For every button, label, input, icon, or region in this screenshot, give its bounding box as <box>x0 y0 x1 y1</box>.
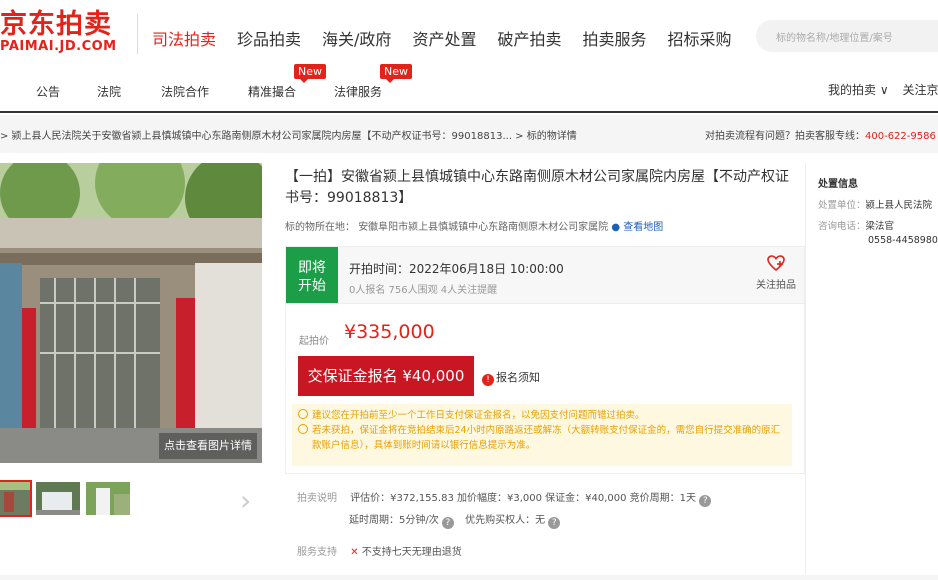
subnav-court[interactable]: 法院 <box>97 83 121 100</box>
logo-cn-text: 京东拍卖 <box>0 9 112 40</box>
nav-judicial-auction[interactable]: 司法拍卖 <box>152 26 216 50</box>
my-auction-link[interactable]: 我的拍卖 ∨ <box>828 83 889 97</box>
nav-asset-disposal[interactable]: 资产处置 <box>412 26 476 50</box>
tips-box: 建议您在开拍前至少一个工作日支付保证金报名，以免因支付问题而错过拍卖。 若未获拍… <box>292 404 792 466</box>
jd-auction-logo[interactable]: 京东拍卖 PAIMAI.JD.COM <box>0 10 130 54</box>
location-label: 标的物所在地： <box>285 222 355 233</box>
view-photo-details-button[interactable]: 点击查看图片详情 <box>159 433 257 459</box>
delay-period: 延时周期：5分钟/次 <box>349 515 439 526</box>
nav-treasure-auction[interactable]: 珍品拍卖 <box>237 26 301 50</box>
view-map-link[interactable]: 查看地图 <box>623 222 663 233</box>
disposal-info-title: 处置信息 <box>818 179 858 190</box>
nav-tender-procurement[interactable]: 招标采购 <box>667 26 731 50</box>
auction-status-box: 即将开始 开拍时间：2022年06月18日 10:00:00 0人报名 756人… <box>285 246 805 304</box>
start-time: 开拍时间：2022年06月18日 10:00:00 <box>349 262 564 276</box>
heart-plus-icon <box>767 255 785 272</box>
item-title: 【一拍】安徽省颍上县慎城镇中心东路南侧原木材公司家属院内房屋【不动产权证书号：9… <box>285 169 789 206</box>
subnav-court-cooperation[interactable]: 法院合作 <box>161 83 209 100</box>
logo-divider <box>137 14 138 54</box>
subnav-announcement[interactable]: 公告 <box>36 83 60 100</box>
thumbnail-2[interactable] <box>36 482 80 515</box>
tip-text: 若未获拍，保证金将在竞拍结束后24小时内原路返还或解冻（大额转账支付保证金的，需… <box>312 425 781 451</box>
hotline-text: 对拍卖流程有问题？拍卖客服专线： <box>705 131 865 142</box>
photo-gallery: 点击查看图片详情 <box>0 163 262 463</box>
subnav-precise-matching[interactable]: 精准撮合 <box>248 83 296 100</box>
thumbnail-image <box>0 482 30 515</box>
subnav-legal-service[interactable]: 法律服务 <box>334 83 382 100</box>
pay-deposit-register-button[interactable]: 交保证金报名 ¥40,000 <box>298 356 474 396</box>
breadcrumb-bar: > 颍上县人民法院关于安徽省颍上县慎城镇中心东路南侧原木材公司家属院内房屋【不动… <box>0 115 938 153</box>
thumbnail-image <box>86 482 130 515</box>
follow-item-button[interactable]: 关注拍品 <box>751 255 801 291</box>
contact-name: 梁法官 <box>865 221 895 232</box>
location-value: 安徽阜阳市颍上县慎城镇中心东路南侧原木材公司家属院 <box>358 222 609 233</box>
tip-item: 建议您在开拍前至少一个工作日支付保证金报名，以免因支付问题而错过拍卖。 <box>298 408 786 423</box>
alert-icon: ! <box>482 374 494 386</box>
service-hotline: 对拍卖流程有问题？拍卖客服专线：400-622-9586 <box>705 127 936 142</box>
registration-notice-link[interactable]: ! 报名须知 <box>482 369 540 386</box>
thumbnail-image <box>36 482 80 515</box>
status-badge: 即将开始 <box>286 247 338 303</box>
bottom-strip <box>0 575 938 580</box>
nav-bankruptcy-auction[interactable]: 破产拍卖 <box>497 26 561 50</box>
follow-item-label: 关注拍品 <box>756 280 796 291</box>
auction-rules: 拍卖说明 评估价：¥372,155.83 加价幅度：¥3,000 保证金：¥40… <box>297 489 712 507</box>
user-links: 我的拍卖 ∨ 关注京 <box>828 81 938 98</box>
nav-auction-service[interactable]: 拍卖服务 <box>582 26 646 50</box>
starting-price: ¥335,000 <box>344 321 435 343</box>
auction-stats: 0人报名 756人围观 4人关注提醒 <box>349 285 498 296</box>
bulb-icon <box>298 409 308 419</box>
disposal-unit[interactable]: 颍上县人民法院 <box>866 200 933 211</box>
service-label: 服务支持 <box>297 547 337 558</box>
map-pin-icon: ● <box>611 222 621 233</box>
disposal-unit-row: 处置单位：颍上县人民法院 <box>818 197 932 211</box>
logo-en-text: PAIMAI.JD.COM <box>0 39 117 54</box>
tip-text: 建议您在开拍前至少一个工作日支付保证金报名，以免因支付问题而错过拍卖。 <box>312 410 645 421</box>
new-badge: New <box>380 64 412 83</box>
priority-buyer: 优先购买权人：无 <box>465 515 546 526</box>
help-icon[interactable]: ? <box>699 495 712 507</box>
contact-row: 咨询电话：梁法官 <box>818 218 894 232</box>
phone-number: 0558-4458980 <box>868 235 938 246</box>
search-input[interactable]: 标的物名称/地理位置/案号 <box>756 20 938 52</box>
rules-line-1: 评估价：¥372,155.83 加价幅度：¥3,000 保证金：¥40,000 … <box>350 493 697 504</box>
thumbnail-1[interactable] <box>0 480 32 517</box>
top-header: 京东拍卖 PAIMAI.JD.COM 司法拍卖 珍品拍卖 海关/政府 资产处置 … <box>0 0 938 62</box>
help-icon[interactable]: ? <box>548 517 561 529</box>
thumbnail-strip: › <box>0 476 262 522</box>
disposal-unit-label: 处置单位： <box>818 200 866 211</box>
property-gate-image <box>0 163 262 463</box>
rules-label: 拍卖说明 <box>297 493 337 504</box>
registration-notice-label: 报名须知 <box>496 371 540 384</box>
price-box: 起拍价 ¥335,000 交保证金报名 ¥40,000 ! 报名须知 建议您在开拍… <box>285 304 805 474</box>
service-value: 不支持七天无理由退货 <box>361 547 462 558</box>
help-icon[interactable]: ? <box>441 517 454 529</box>
nav-customs-government[interactable]: 海关/政府 <box>322 26 391 50</box>
chevron-right-icon[interactable]: › <box>240 484 251 517</box>
hotline-number: 400-622-9586 <box>865 131 936 142</box>
main-nav: 司法拍卖 珍品拍卖 海关/政府 资产处置 破产拍卖 拍卖服务 招标采购 <box>152 26 753 50</box>
sub-nav: 公告 法院 法院合作 精准撮合 New 法律服务 New 我的拍卖 ∨ 关注京 <box>0 62 938 113</box>
thumbnail-3[interactable] <box>86 482 130 515</box>
item-location: 标的物所在地： 安徽阜阳市颍上县慎城镇中心东路南侧原木材公司家属院 ● 查看地图 <box>285 218 663 233</box>
follow-jd-link[interactable]: 关注京 <box>902 83 938 97</box>
starting-price-label: 起拍价 <box>299 336 329 347</box>
disposal-info-panel: 处置信息 处置单位：颍上县人民法院 咨询电话：梁法官 0558-4458980 <box>805 163 938 580</box>
new-badge: New <box>294 64 326 83</box>
service-support: 服务支持 ✕ 不支持七天无理由退货 <box>297 543 462 558</box>
search-placeholder: 标的物名称/地理位置/案号 <box>776 33 893 44</box>
phone-label: 咨询电话： <box>818 221 866 232</box>
auction-rules-2: 延时周期：5分钟/次 ? 优先购买权人：无 ? <box>349 511 561 529</box>
bulb-icon <box>298 424 308 434</box>
main-photo[interactable]: 点击查看图片详情 <box>0 163 262 463</box>
breadcrumb[interactable]: > 颍上县人民法院关于安徽省颍上县慎城镇中心东路南侧原木材公司家属院内房屋【不动… <box>0 127 577 142</box>
close-icon: ✕ <box>350 547 359 558</box>
contact-phone: 0558-4458980 <box>868 235 938 246</box>
tip-item: 若未获拍，保证金将在竞拍结束后24小时内原路返还或解冻（大额转账支付保证金的，需… <box>298 423 786 453</box>
